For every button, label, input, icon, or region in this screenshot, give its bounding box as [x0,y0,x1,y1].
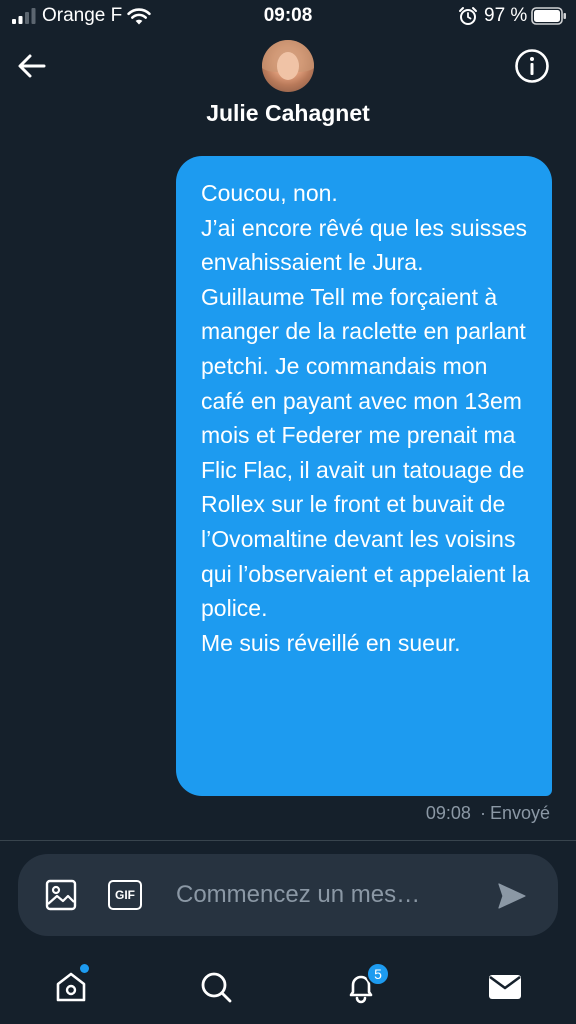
add-gif-button[interactable]: GIF [106,878,144,912]
alarm-icon [459,7,477,25]
search-icon [201,972,232,1003]
image-icon [45,879,77,911]
arrow-left-icon [18,54,46,78]
add-media-button[interactable] [44,878,78,912]
send-button[interactable] [492,876,532,916]
battery-percentage: 97 % [484,5,528,26]
meta-separator: · [479,803,486,823]
message-input[interactable] [176,876,486,914]
composer-divider [0,840,576,841]
conversation-info-button[interactable] [512,46,552,86]
message-meta: 09:08 · Envoyé [426,803,550,824]
sent-message-bubble[interactable]: Coucou, non. J’ai encore rêvé que les su… [176,156,552,796]
contact-name[interactable]: Julie Cahagnet [0,100,576,127]
message-time: 09:08 [425,803,471,823]
avatar-face [277,52,299,80]
message-status: Envoyé [489,803,550,823]
home-icon [56,972,86,1002]
notifications-badge: 5 [366,962,390,986]
gif-icon: GIF [108,880,142,910]
send-icon [498,883,526,909]
mail-icon [489,975,521,999]
contact-avatar[interactable] [262,40,314,92]
tab-search[interactable] [191,962,241,1012]
message-text: Coucou, non. J’ai encore rêvé que les su… [201,180,530,656]
tab-notifications[interactable]: 5 [336,962,390,1012]
tab-home[interactable] [46,962,96,1012]
battery-icon [531,7,566,25]
back-button[interactable] [12,46,52,86]
status-bar: Orange F 09:08 97 % [0,0,576,34]
tab-messages[interactable] [480,962,530,1012]
dm-conversation-screen: Orange F 09:08 97 % Julie Cahagnet Couco… [0,0,576,1024]
home-unread-dot [80,964,89,973]
message-composer: GIF [18,854,558,936]
info-icon [515,49,549,83]
